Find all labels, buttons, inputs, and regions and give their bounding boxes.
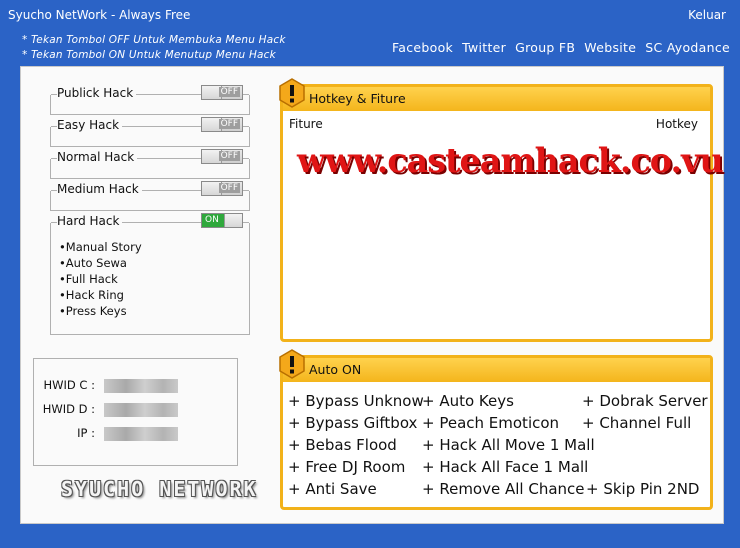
list-item: + Dobrak Server: [582, 392, 708, 410]
ip-label: IP :: [77, 426, 95, 440]
hack-option-publick: Publick Hack OFF: [50, 85, 250, 115]
list-item: + Hack All Move 1 Mall: [422, 436, 595, 454]
list-item: + Bebas Flood: [288, 436, 397, 454]
list-item: + Free DJ Room: [288, 458, 406, 476]
hwid-info: HWID C : HWID D : IP :: [33, 358, 238, 466]
list-item: Auto Sewa: [59, 255, 142, 271]
toggle-state: OFF: [218, 151, 240, 161]
hwid-d-label: HWID D :: [42, 402, 95, 416]
list-item: + Bypass Giftbox: [288, 414, 418, 432]
watermark-text: www.casteamhack.co.vu: [297, 141, 724, 181]
toggle-switch[interactable]: OFF: [201, 85, 243, 100]
hack-label: Easy Hack: [57, 118, 123, 132]
hwid-d-row: HWID D :: [34, 401, 239, 417]
hack-option-easy: Easy Hack OFF: [50, 117, 250, 147]
list-item: Manual Story: [59, 239, 142, 255]
hwid-c-value: [104, 379, 178, 393]
main-panel: Publick Hack OFF Easy Hack OFF Normal Ha…: [20, 66, 724, 524]
hack-option-medium: Medium Hack OFF: [50, 181, 250, 211]
list-item: + Skip Pin 2ND: [586, 480, 700, 498]
link-sc-ayodance[interactable]: SC Ayodance: [645, 40, 730, 55]
column-fiture: Fiture: [289, 117, 323, 131]
ip-row: IP :: [34, 425, 239, 441]
close-button[interactable]: Keluar: [688, 8, 726, 22]
box-title: Hotkey & Fiture: [309, 91, 406, 106]
hwid-c-label: HWID C :: [43, 378, 95, 392]
auto-on-features: + Bypass Unknow + Auto Keys + Dobrak Ser…: [283, 388, 716, 508]
list-item: + Channel Full: [582, 414, 692, 432]
list-item: + Remove All Chance: [422, 480, 585, 498]
link-twitter[interactable]: Twitter: [462, 40, 506, 55]
hwid-d-value: [104, 403, 178, 417]
link-website[interactable]: Website: [584, 40, 636, 55]
list-item: + Hack All Face 1 Mall: [422, 458, 589, 476]
auto-on-box: Auto ON + Bypass Unknow + Auto Keys + Do…: [279, 349, 716, 510]
list-item: + Anti Save: [288, 480, 377, 498]
box-header: Auto ON: [279, 349, 710, 382]
info-bar: * Tekan Tombol OFF Untuk Membuka Menu Ha…: [0, 30, 740, 66]
list-item: Full Hack: [59, 271, 142, 287]
list-item: + Peach Emoticon: [422, 414, 560, 432]
toggle-switch[interactable]: OFF: [201, 149, 243, 164]
hack-label: Medium Hack: [57, 182, 142, 196]
hack-label: Normal Hack: [57, 150, 138, 164]
hwid-c-row: HWID C :: [34, 377, 239, 393]
social-links: Facebook Twitter Group FB Website SC Ayo…: [392, 40, 730, 55]
hotkey-fiture-box: Hotkey & Fiture Fiture Hotkey www.castea…: [279, 78, 724, 342]
toggle-state: OFF: [218, 183, 240, 193]
link-group-fb[interactable]: Group FB: [515, 40, 575, 55]
column-hotkey: Hotkey: [655, 117, 698, 131]
window-title: Syucho NetWork - Always Free: [8, 8, 191, 22]
toggle-switch[interactable]: OFF: [201, 181, 243, 196]
hack-option-normal: Normal Hack OFF: [50, 149, 250, 179]
ip-value: [104, 427, 178, 441]
list-item: + Auto Keys: [422, 392, 514, 410]
hard-hack-group: Hard Hack ON Manual Story Auto Sewa Full…: [50, 213, 250, 335]
warning-icon: [279, 349, 305, 379]
syucho-network-logo: SYUCHO NETWORK: [61, 477, 258, 501]
list-item: + Bypass Unknow: [288, 392, 424, 410]
instruction-on: * Tekan Tombol ON Untuk Menutup Menu Hac…: [22, 49, 276, 61]
toggle-switch[interactable]: OFF: [201, 117, 243, 132]
instruction-off: * Tekan Tombol OFF Untuk Membuka Menu Ha…: [22, 34, 286, 46]
toggle-state: OFF: [218, 119, 240, 129]
hack-label: Publick Hack: [57, 86, 137, 100]
title-bar: Syucho NetWork - Always Free Keluar: [0, 0, 740, 30]
toggle-switch[interactable]: ON: [201, 213, 243, 228]
box-title: Auto ON: [309, 362, 362, 377]
link-facebook[interactable]: Facebook: [392, 40, 453, 55]
toggle-state: ON: [205, 215, 219, 225]
box-header: Hotkey & Fiture: [279, 78, 710, 111]
hack-label: Hard Hack: [57, 214, 123, 228]
warning-icon: [279, 78, 305, 108]
list-item: Press Keys: [59, 303, 142, 319]
list-item: Hack Ring: [59, 287, 142, 303]
toggle-state: OFF: [218, 87, 240, 97]
hard-hack-features: Manual Story Auto Sewa Full Hack Hack Ri…: [59, 239, 142, 319]
